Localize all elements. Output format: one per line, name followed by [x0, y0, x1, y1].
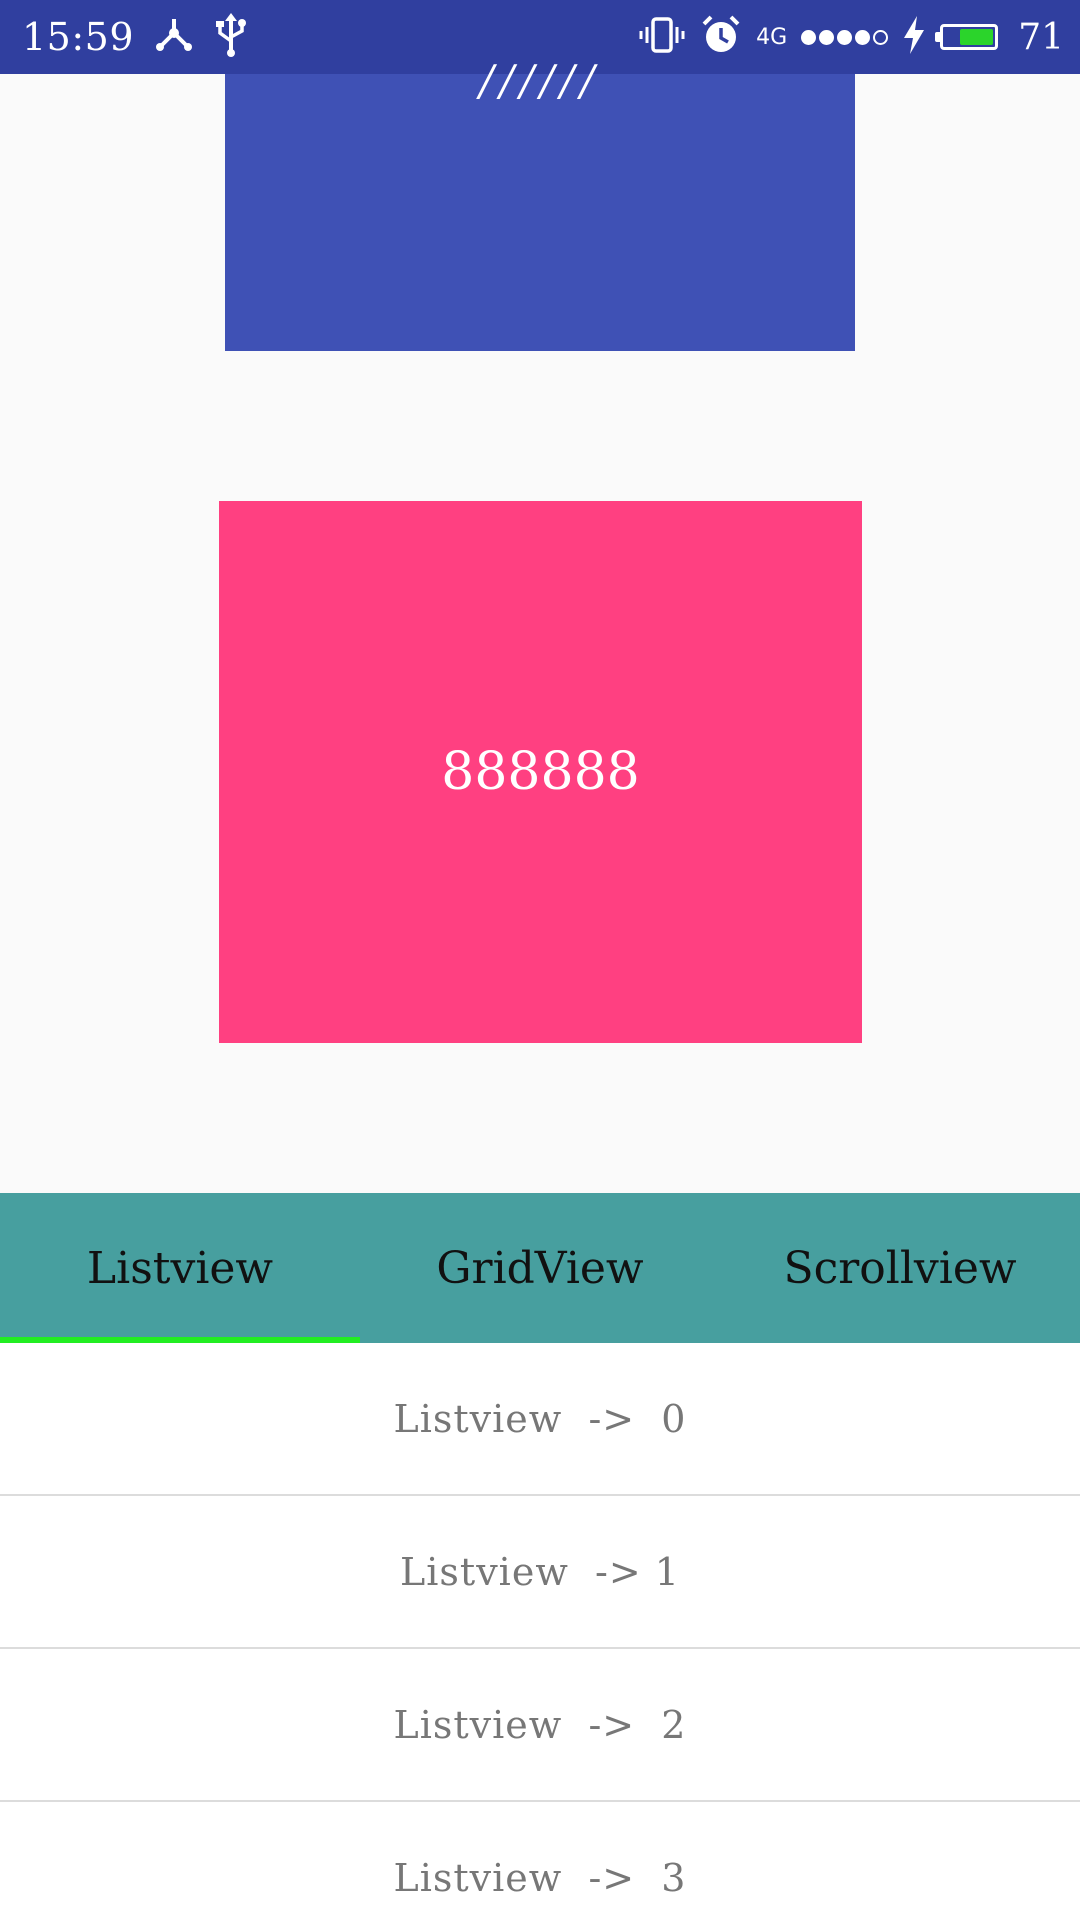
- pink-card-text: 888888: [441, 742, 640, 802]
- status-bar-left: 15:59: [22, 0, 248, 74]
- signal-dot: [855, 29, 871, 45]
- tab-label: Scrollview: [783, 1242, 1017, 1294]
- usb-icon: [214, 13, 248, 61]
- tab-gridview[interactable]: GridView: [360, 1193, 720, 1343]
- tab-listview[interactable]: Listview: [0, 1193, 360, 1343]
- screen: 15:59 4G 71 ////// 888888 Listview GridV…: [0, 0, 1080, 1920]
- signal-dot: [819, 29, 835, 45]
- share-icon: [154, 15, 194, 59]
- list-item[interactable]: Listview -> 1: [0, 1496, 1080, 1649]
- blue-card-text: //////: [479, 56, 601, 105]
- network-type: 4G: [756, 24, 788, 50]
- tab-bar: Listview GridView Scrollview: [0, 1193, 1080, 1343]
- tab-scrollview[interactable]: Scrollview: [720, 1193, 1080, 1343]
- signal-strength-icon: [801, 29, 889, 45]
- signal-dot: [837, 29, 853, 45]
- pink-card: 888888: [219, 501, 862, 1043]
- status-time: 15:59: [22, 15, 135, 59]
- battery-level: 71: [1018, 16, 1064, 58]
- list-item-label: Listview -> 0: [393, 1396, 687, 1441]
- list-item-label: Listview -> 1: [400, 1549, 680, 1594]
- battery-icon: [935, 24, 999, 50]
- list-item-label: Listview -> 2: [393, 1702, 687, 1747]
- list-item-label: Listview -> 3: [393, 1855, 687, 1900]
- signal-dot: [873, 29, 889, 45]
- blue-card: //////: [225, 56, 855, 351]
- tab-label: GridView: [436, 1242, 644, 1294]
- tab-label: Listview: [86, 1242, 274, 1294]
- list-item[interactable]: Listview -> 0: [0, 1343, 1080, 1496]
- list-item[interactable]: Listview -> 2: [0, 1649, 1080, 1802]
- alarm-icon: [700, 14, 742, 60]
- battery-fill: [960, 29, 994, 45]
- charging-icon: [902, 16, 926, 58]
- vibrate-icon: [638, 15, 686, 59]
- list-view: Listview -> 0 Listview -> 1 Listview -> …: [0, 1343, 1080, 1920]
- list-item[interactable]: Listview -> 3: [0, 1802, 1080, 1920]
- signal-dot: [801, 29, 817, 45]
